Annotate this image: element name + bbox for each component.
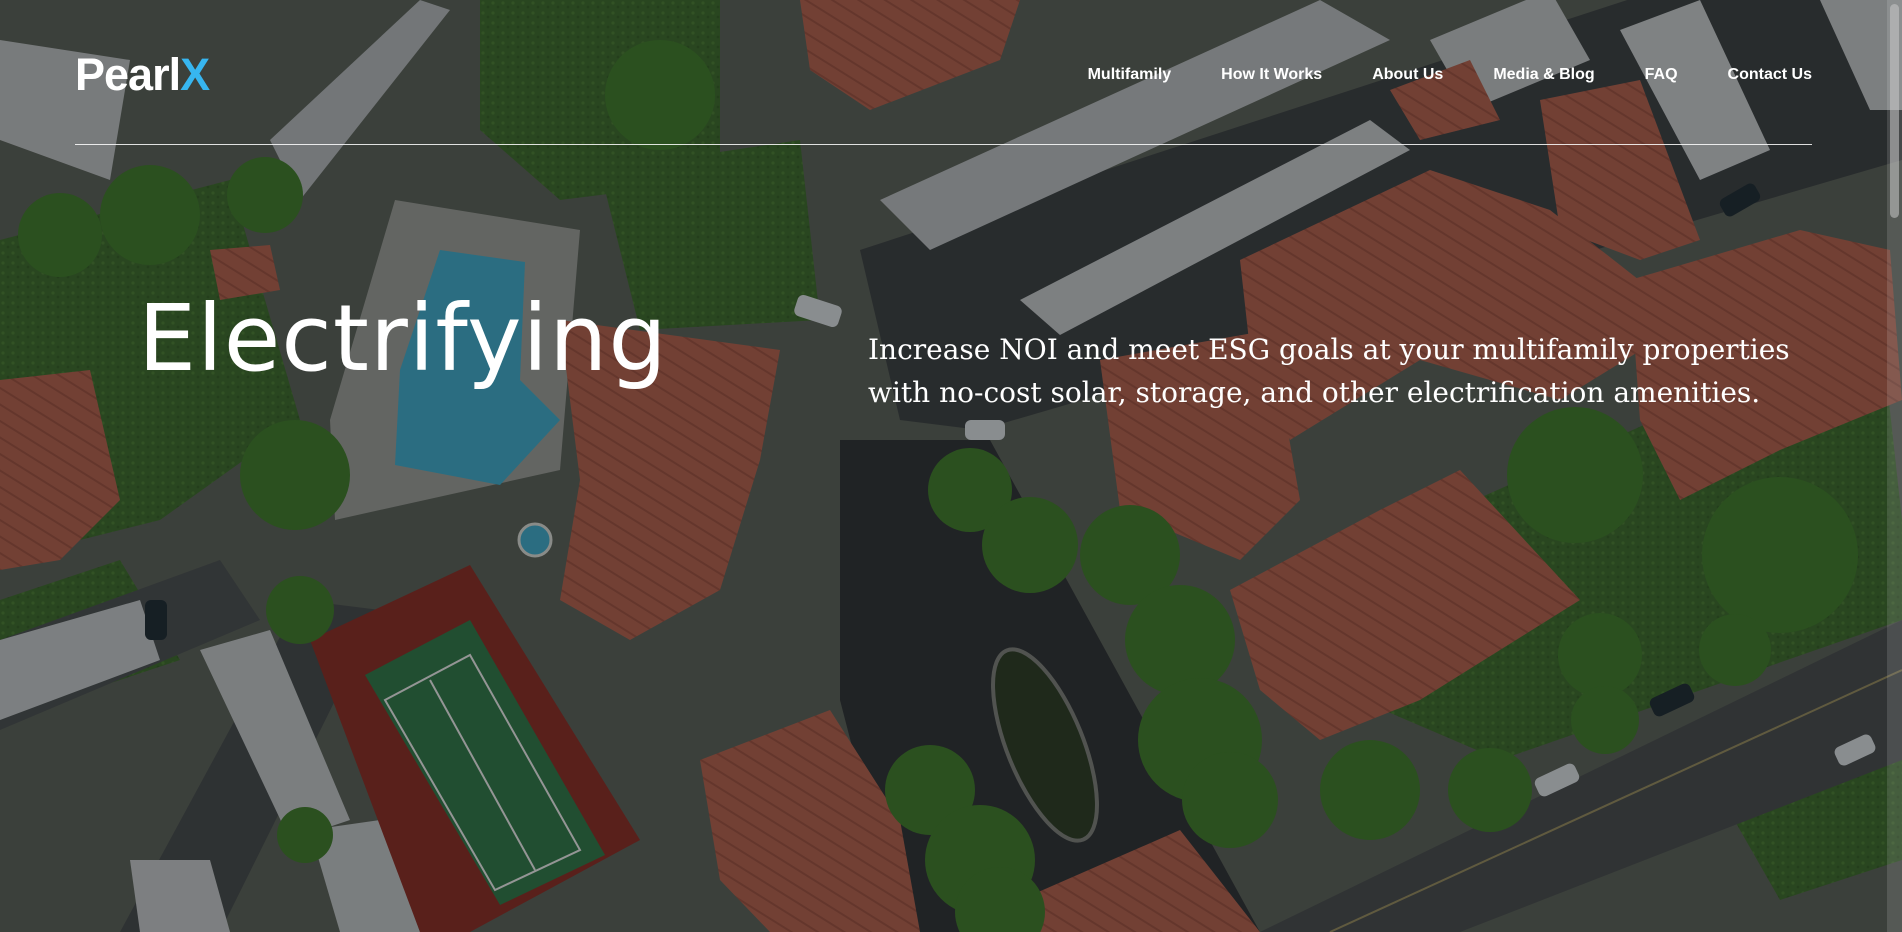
- hero-section: PearlX Multifamily How It Works About Us…: [0, 0, 1902, 932]
- scrollbar-thumb[interactable]: [1890, 4, 1899, 218]
- nav-link-faq[interactable]: FAQ: [1645, 64, 1678, 86]
- nav-link-media-blog[interactable]: Media & Blog: [1493, 64, 1594, 86]
- logo-x-mark: X: [180, 49, 210, 100]
- header-divider: [75, 144, 1812, 145]
- hero-subcopy: Increase NOI and meet ESG goals at your …: [868, 333, 1790, 409]
- nav-link-about-us[interactable]: About Us: [1372, 64, 1443, 86]
- nav-link-multifamily[interactable]: Multifamily: [1088, 64, 1172, 86]
- hero-headline: Electrifying: [138, 285, 668, 392]
- site-header: PearlX Multifamily How It Works About Us…: [75, 0, 1812, 145]
- page-scrollbar[interactable]: [1887, 0, 1902, 932]
- pearlx-logo[interactable]: PearlX: [75, 49, 210, 100]
- logo-wordmark: Pearl: [75, 49, 181, 100]
- nav-link-how-it-works[interactable]: How It Works: [1221, 64, 1322, 86]
- main-nav: Multifamily How It Works About Us Media …: [1038, 64, 1812, 86]
- nav-link-contact-us[interactable]: Contact Us: [1728, 64, 1812, 86]
